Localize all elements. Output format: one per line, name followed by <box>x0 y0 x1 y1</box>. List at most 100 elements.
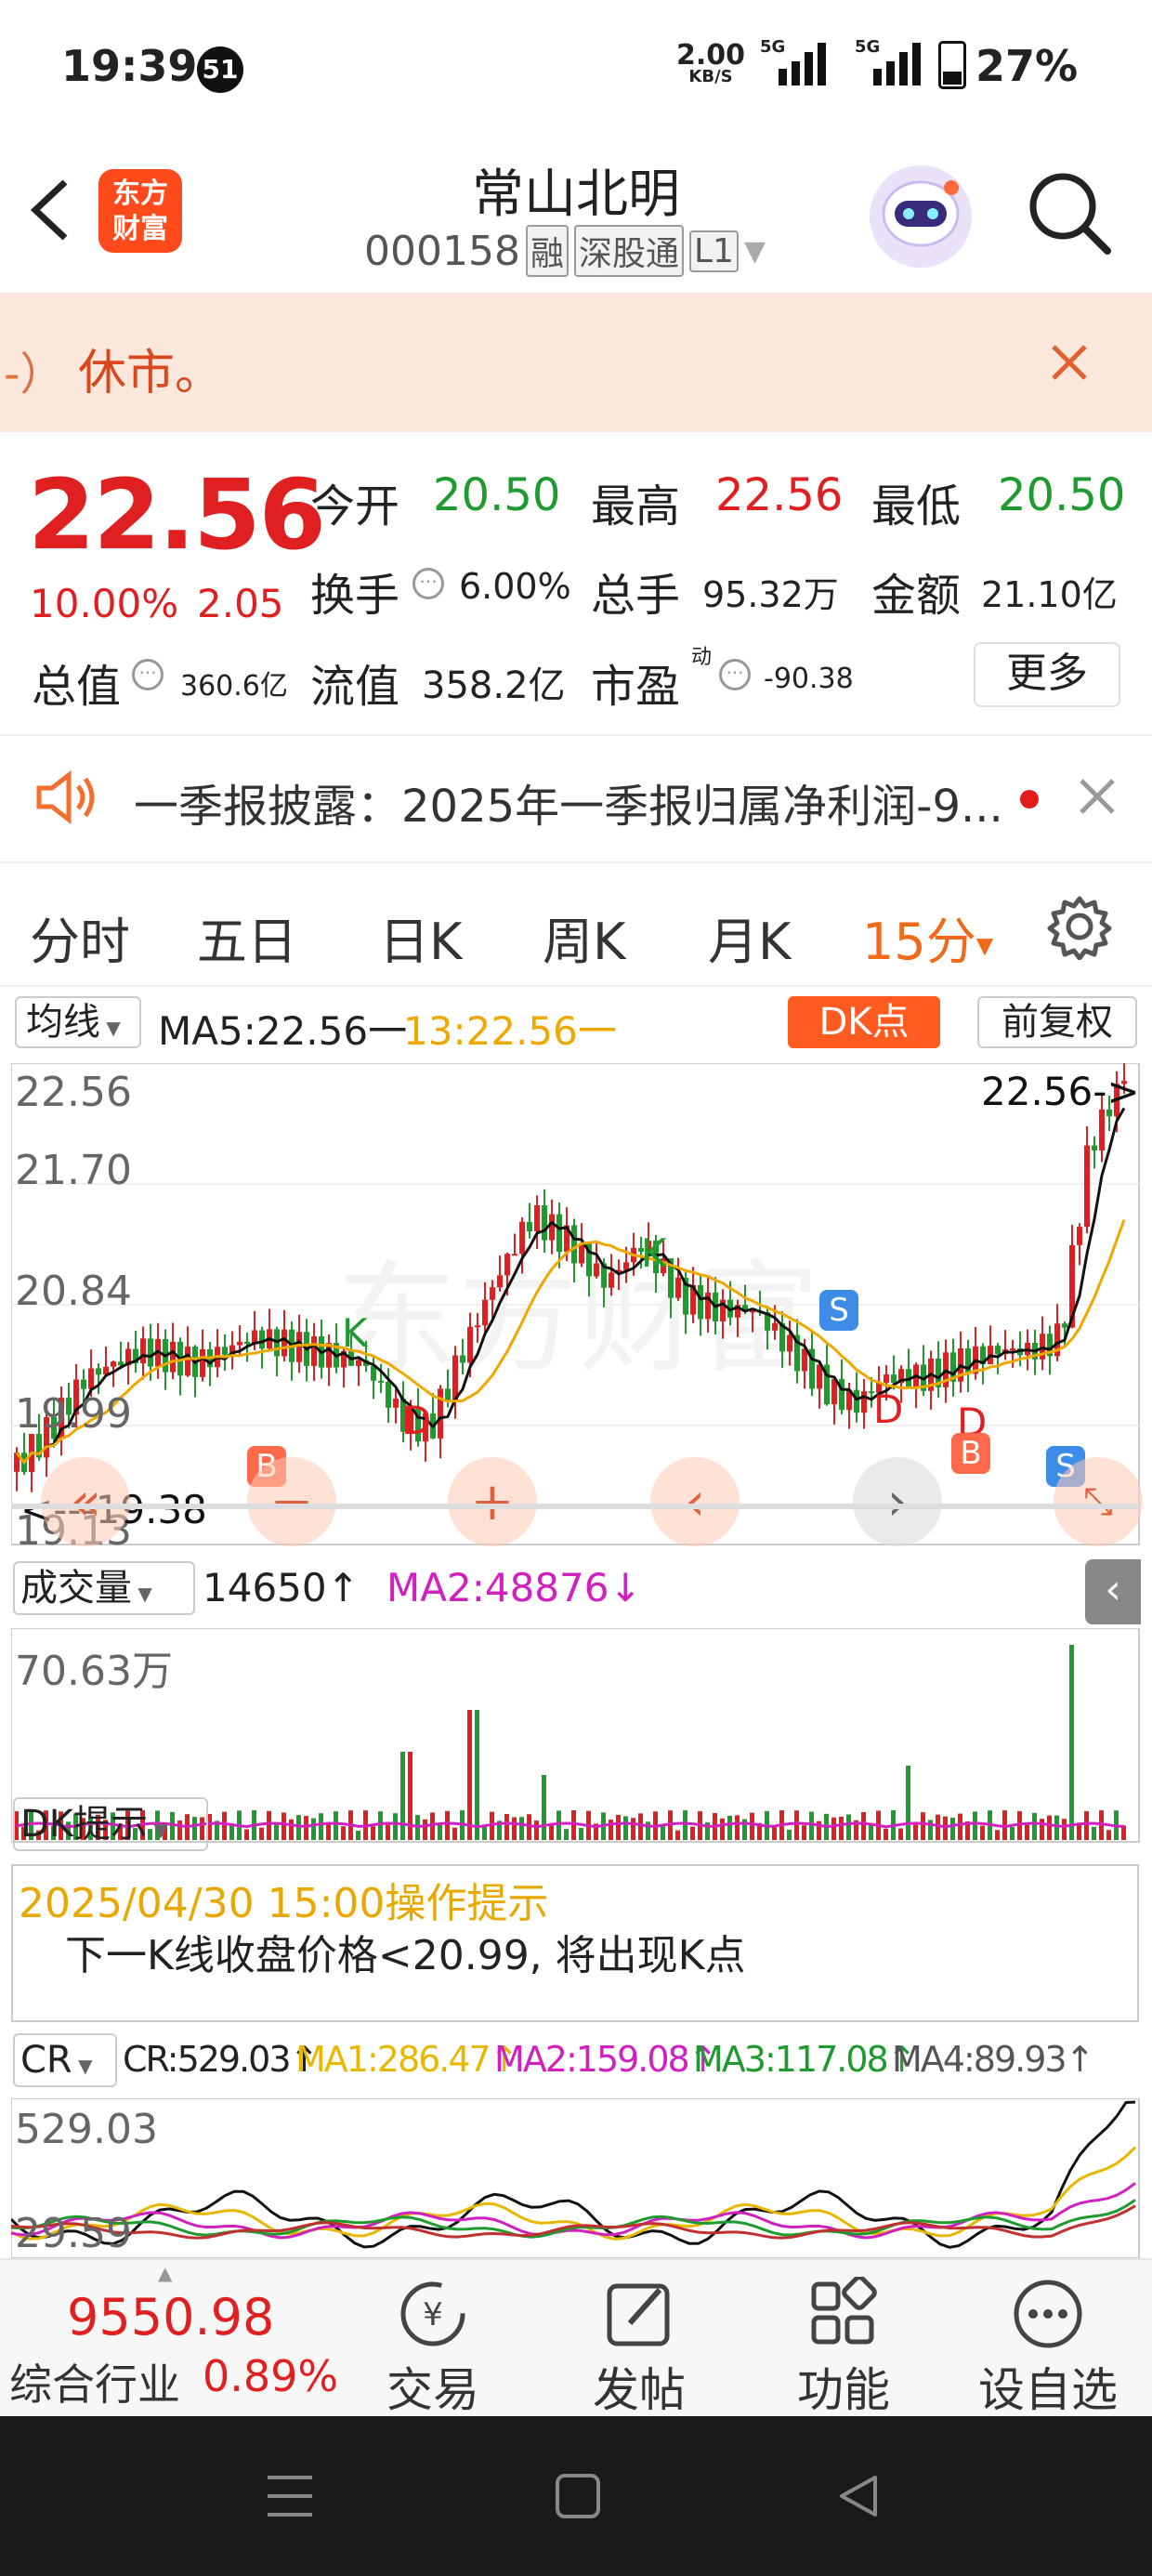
candle-body <box>549 1214 555 1241</box>
zoom-in-button[interactable]: + <box>448 1457 537 1546</box>
expand-icon: ⤡ <box>1083 1480 1113 1523</box>
candle-body <box>475 1325 480 1328</box>
candle-body <box>96 1368 101 1375</box>
info-icon[interactable]: ··· <box>412 568 444 599</box>
volume-bar <box>616 1814 621 1840</box>
tab-five-day[interactable]: 五日 <box>197 900 297 974</box>
search-button[interactable] <box>1022 165 1115 258</box>
chevron-left-icon: ‹ <box>684 1471 706 1532</box>
current-price: 22.56 <box>28 458 326 572</box>
volume-bar <box>519 1817 524 1840</box>
volume-bar <box>631 1818 635 1840</box>
index-value[interactable]: 9550.98 <box>67 2288 274 2346</box>
volume-bar <box>475 1710 479 1840</box>
tab-weekly-k[interactable]: 周K <box>543 900 625 974</box>
candle-body <box>861 1391 867 1413</box>
tab-daily-k[interactable]: 日K <box>379 900 462 974</box>
candle-body <box>438 1388 443 1439</box>
minus-icon: − <box>269 1471 314 1532</box>
volume-bar <box>690 1826 695 1840</box>
cr-chart[interactable] <box>11 2098 1141 2258</box>
function-button[interactable]: 功能 <box>751 2260 936 2418</box>
volume-selector[interactable]: 成交量 ▼ <box>13 1561 195 1615</box>
mktcap-value: 360.6亿 <box>180 670 288 703</box>
chart-settings-button[interactable] <box>1046 893 1113 961</box>
adjust-button[interactable]: 前复权 <box>977 996 1137 1048</box>
cr-ma4: MA4:89.93↑ <box>892 2039 1094 2080</box>
bottom-toolbar: ▲ 9550.98 综合行业 0.89% ¥ 交易 发帖 功能 设自选 <box>0 2258 1152 2418</box>
stock-code: 000158 <box>364 227 520 275</box>
ma-selector[interactable]: 均线 ▼ <box>15 996 141 1048</box>
volume-bar <box>884 1828 888 1840</box>
index-label: 综合行业 <box>9 2359 180 2410</box>
plus-icon: + <box>470 1471 515 1532</box>
unread-dot <box>1020 790 1039 808</box>
kline-chart[interactable]: 东方财富 <box>11 1063 1141 1546</box>
battery-percent: 27% <box>975 41 1079 91</box>
tab-monthly-k[interactable]: 月K <box>708 900 791 974</box>
cr-selector[interactable]: CR ▼ <box>13 2033 117 2087</box>
dk-prompt-box: 2025/04/30 15:00操作提示 下一K线收盘价格<20.99, 将出现… <box>11 1864 1139 2022</box>
volume-bar <box>229 1824 234 1840</box>
info-icon[interactable]: ··· <box>132 659 164 690</box>
candle-body <box>393 1398 399 1408</box>
volume-ma2: MA2:48876↓ <box>386 1565 642 1610</box>
tab-15min[interactable]: 15分▼ <box>862 900 993 974</box>
fullscreen-button[interactable]: ⤡ <box>1054 1457 1143 1546</box>
announcement-close-button[interactable] <box>1074 773 1120 820</box>
scroll-track[interactable] <box>11 1504 1139 1509</box>
cr-value: CR:529.03↑ <box>123 2039 319 2080</box>
volume-bar <box>549 1824 554 1840</box>
menu-icon[interactable] <box>266 2470 314 2522</box>
info-icon[interactable]: ··· <box>719 659 751 690</box>
system-nav-bar <box>0 2416 1152 2576</box>
volume-bar <box>564 1829 569 1840</box>
candle-body <box>460 1355 465 1363</box>
connect-badge: 深股通 <box>573 225 684 277</box>
cr-ma2: MA2:159.08↑ <box>494 2039 718 2080</box>
robot-assistant-icon[interactable] <box>870 165 972 268</box>
chart-area: 均线 ▼ MA5:22.56一 13:22.56一 DK点 前复权 东方财富 2… <box>0 987 1152 2258</box>
announcement-text: 一季报披露：2025年一季报归属净利润-9... <box>134 781 1003 833</box>
candle-body <box>512 1254 517 1256</box>
sell-signal[interactable]: S <box>819 1290 858 1331</box>
network-speed: 2.00 KB/S <box>676 39 746 86</box>
low-value: 20.50 <box>998 469 1126 521</box>
zoom-out-button[interactable]: − <box>247 1457 336 1546</box>
volume-bar <box>661 1825 665 1840</box>
scroll-right-button[interactable]: › <box>853 1457 942 1546</box>
dk-point-button[interactable]: DK点 <box>788 996 940 1048</box>
collapse-panel-button[interactable]: ‹ <box>1085 1559 1141 1624</box>
volume-bar <box>958 1813 962 1840</box>
amount-value: 21.10亿 <box>981 574 1118 615</box>
stock-name: 常山北明 <box>472 164 680 225</box>
back-icon[interactable] <box>834 2472 883 2520</box>
volume-bar <box>980 1825 985 1840</box>
more-button[interactable]: 更多 <box>974 642 1120 707</box>
trade-button[interactable]: ¥ 交易 <box>340 2260 526 2418</box>
search-icon <box>1029 173 1111 255</box>
stock-code-row[interactable]: 000158 融 深股通 L1 ▼ <box>364 225 766 277</box>
candle-body <box>698 1284 703 1320</box>
dk-message: 下一K线收盘价格<20.99, 将出现K点 <box>65 1932 746 1979</box>
add-watchlist-button[interactable]: 设自选 <box>955 2260 1141 2418</box>
tab-minute[interactable]: 分时 <box>30 900 130 974</box>
volume-bar <box>787 1829 792 1840</box>
buy-signal[interactable]: B <box>951 1433 990 1474</box>
candle-body <box>497 1275 503 1288</box>
home-icon[interactable] <box>554 2472 602 2520</box>
dk-selector[interactable]: DK提示 ▼ <box>13 1797 208 1851</box>
mktcap-label: 总值 <box>32 661 122 713</box>
market-closed-notice: -） 休市。 <box>0 293 1152 432</box>
scroll-left-button[interactable]: ‹ <box>650 1457 740 1546</box>
volume-bar <box>973 1811 977 1840</box>
rewind-button[interactable]: « <box>41 1457 130 1546</box>
candle-body <box>594 1263 599 1277</box>
candle-body <box>200 1348 205 1377</box>
notice-close-button[interactable] <box>1046 339 1093 386</box>
volume-bar <box>534 1820 539 1840</box>
volume-bar <box>512 1817 517 1840</box>
post-button[interactable]: 发帖 <box>546 2260 732 2418</box>
volume-bar <box>794 1810 799 1840</box>
announcement-bar[interactable]: 一季报披露：2025年一季报归属净利润-9... <box>0 736 1152 861</box>
